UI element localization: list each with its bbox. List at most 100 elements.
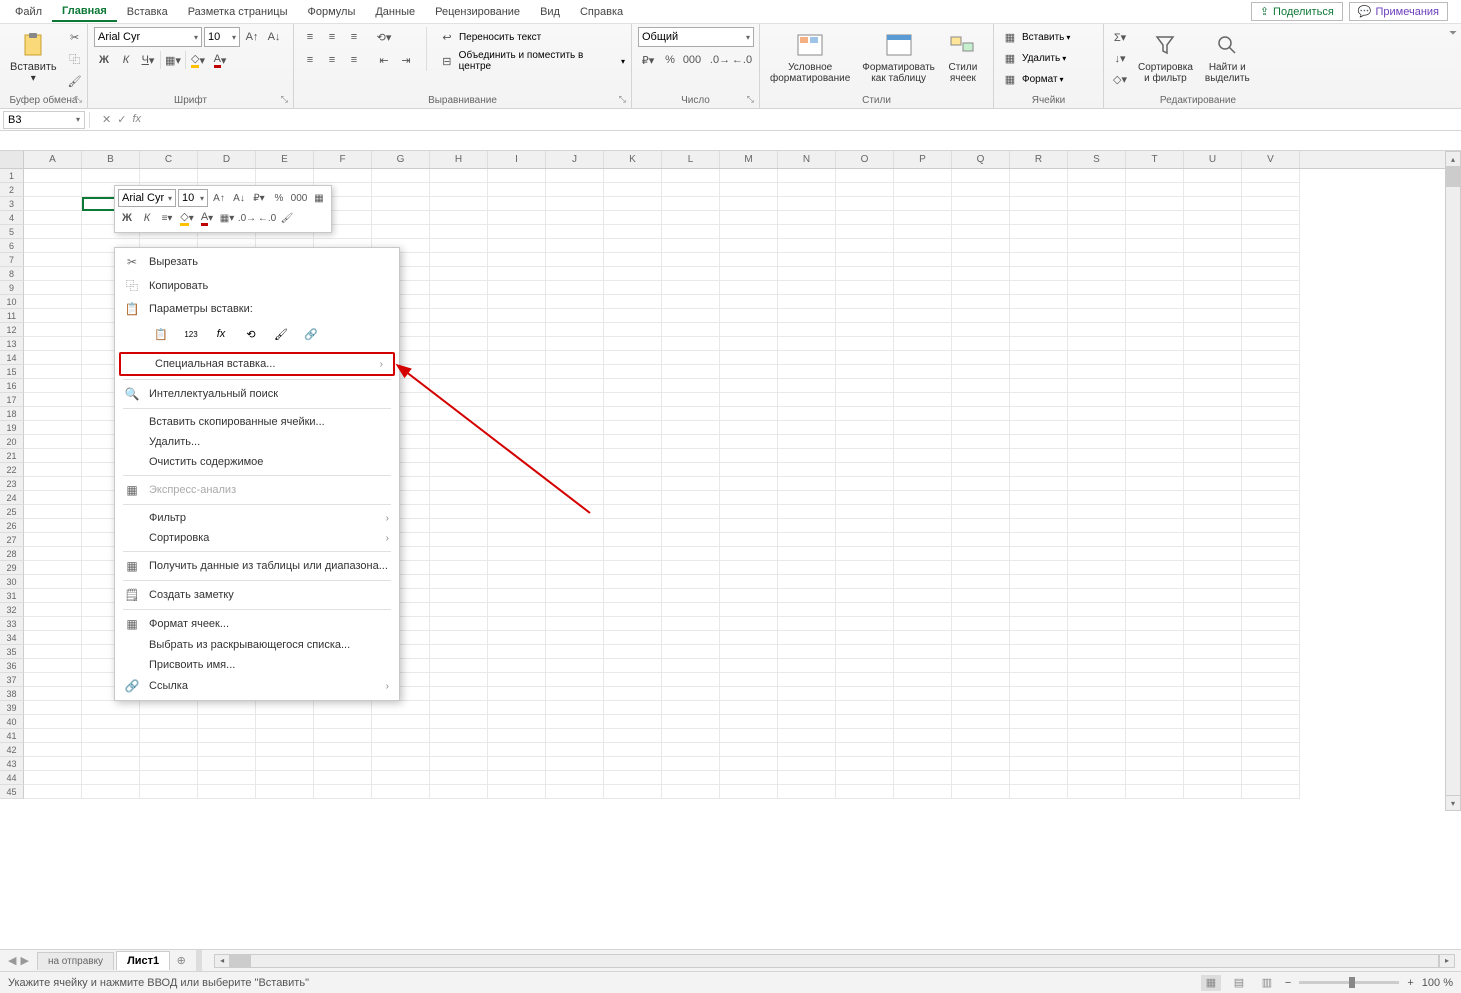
cell[interactable] — [546, 519, 604, 533]
cell[interactable] — [430, 267, 488, 281]
cell[interactable] — [256, 743, 314, 757]
cell[interactable] — [1184, 239, 1242, 253]
paste-transpose[interactable]: ⟲ — [239, 322, 263, 346]
paste-formulas[interactable]: fx — [209, 322, 233, 346]
cell[interactable] — [1184, 603, 1242, 617]
cell[interactable] — [1126, 533, 1184, 547]
cell[interactable] — [836, 505, 894, 519]
cell[interactable] — [24, 743, 82, 757]
ctx-dropdown-list[interactable]: Выбрать из раскрывающегося списка... — [115, 635, 399, 655]
cell[interactable] — [662, 533, 720, 547]
col-header[interactable]: E — [256, 151, 314, 168]
cell[interactable] — [778, 183, 836, 197]
cell[interactable] — [604, 365, 662, 379]
cell[interactable] — [488, 547, 546, 561]
cell[interactable] — [140, 757, 198, 771]
cell[interactable] — [24, 337, 82, 351]
cell[interactable] — [720, 169, 778, 183]
cell[interactable] — [952, 421, 1010, 435]
cell[interactable] — [778, 351, 836, 365]
row-header[interactable]: 41 — [0, 729, 24, 743]
cell[interactable] — [82, 715, 140, 729]
cell[interactable] — [720, 463, 778, 477]
cell[interactable] — [1068, 295, 1126, 309]
cell[interactable] — [952, 617, 1010, 631]
cell[interactable] — [314, 785, 372, 799]
cell[interactable] — [1184, 393, 1242, 407]
cell[interactable] — [952, 673, 1010, 687]
cell[interactable] — [720, 281, 778, 295]
ctx-delete[interactable]: Удалить... — [115, 432, 399, 452]
cell[interactable] — [952, 323, 1010, 337]
cell[interactable] — [1126, 267, 1184, 281]
col-header[interactable]: S — [1068, 151, 1126, 168]
col-header[interactable]: M — [720, 151, 778, 168]
formula-input[interactable] — [149, 111, 1461, 129]
cell[interactable] — [1010, 729, 1068, 743]
row-header[interactable]: 36 — [0, 659, 24, 673]
cell[interactable] — [314, 715, 372, 729]
mini-decrease-font[interactable]: A↓ — [230, 189, 248, 207]
cell[interactable] — [488, 463, 546, 477]
cell[interactable] — [1068, 673, 1126, 687]
cell[interactable] — [1010, 253, 1068, 267]
mini-percent[interactable]: % — [270, 189, 288, 207]
cell[interactable] — [546, 253, 604, 267]
col-header[interactable]: L — [662, 151, 720, 168]
col-header[interactable]: V — [1242, 151, 1300, 168]
cell[interactable] — [836, 547, 894, 561]
row-header[interactable]: 9 — [0, 281, 24, 295]
cell[interactable] — [952, 743, 1010, 757]
cell[interactable] — [1126, 575, 1184, 589]
cell[interactable] — [1010, 785, 1068, 799]
cell[interactable] — [488, 169, 546, 183]
menu-insert[interactable]: Вставка — [117, 3, 178, 21]
cell[interactable] — [546, 673, 604, 687]
cell[interactable] — [778, 785, 836, 799]
cell[interactable] — [778, 211, 836, 225]
cell[interactable] — [952, 561, 1010, 575]
cell[interactable] — [24, 393, 82, 407]
cell[interactable] — [894, 505, 952, 519]
cell[interactable] — [894, 631, 952, 645]
cell[interactable] — [24, 351, 82, 365]
cell[interactable] — [662, 673, 720, 687]
cell[interactable] — [836, 673, 894, 687]
cell[interactable] — [720, 673, 778, 687]
cell[interactable] — [778, 687, 836, 701]
cell[interactable] — [24, 477, 82, 491]
row-header[interactable]: 15 — [0, 365, 24, 379]
cell[interactable] — [1126, 337, 1184, 351]
cell[interactable] — [1242, 435, 1300, 449]
cell[interactable] — [720, 547, 778, 561]
cell[interactable] — [894, 267, 952, 281]
cell[interactable] — [82, 701, 140, 715]
cell[interactable] — [778, 561, 836, 575]
cell[interactable] — [488, 659, 546, 673]
cell[interactable] — [836, 211, 894, 225]
cell[interactable] — [662, 519, 720, 533]
cell[interactable] — [952, 225, 1010, 239]
cell[interactable] — [430, 617, 488, 631]
cell[interactable] — [952, 491, 1010, 505]
row-header[interactable]: 38 — [0, 687, 24, 701]
cell[interactable] — [1126, 785, 1184, 799]
cell[interactable] — [1126, 393, 1184, 407]
clipboard-launcher[interactable]: ⤡ — [75, 94, 82, 105]
cell[interactable] — [894, 687, 952, 701]
cell[interactable] — [1010, 631, 1068, 645]
cell[interactable] — [894, 743, 952, 757]
cell[interactable] — [430, 505, 488, 519]
cell[interactable] — [1242, 407, 1300, 421]
cell[interactable] — [604, 435, 662, 449]
cell[interactable] — [546, 547, 604, 561]
cell[interactable] — [662, 729, 720, 743]
cell[interactable] — [1184, 197, 1242, 211]
cell[interactable] — [1242, 281, 1300, 295]
cell[interactable] — [720, 365, 778, 379]
cell[interactable] — [1126, 729, 1184, 743]
cell[interactable] — [430, 673, 488, 687]
select-all-corner[interactable] — [0, 151, 24, 168]
cell[interactable] — [836, 477, 894, 491]
cell[interactable] — [372, 715, 430, 729]
